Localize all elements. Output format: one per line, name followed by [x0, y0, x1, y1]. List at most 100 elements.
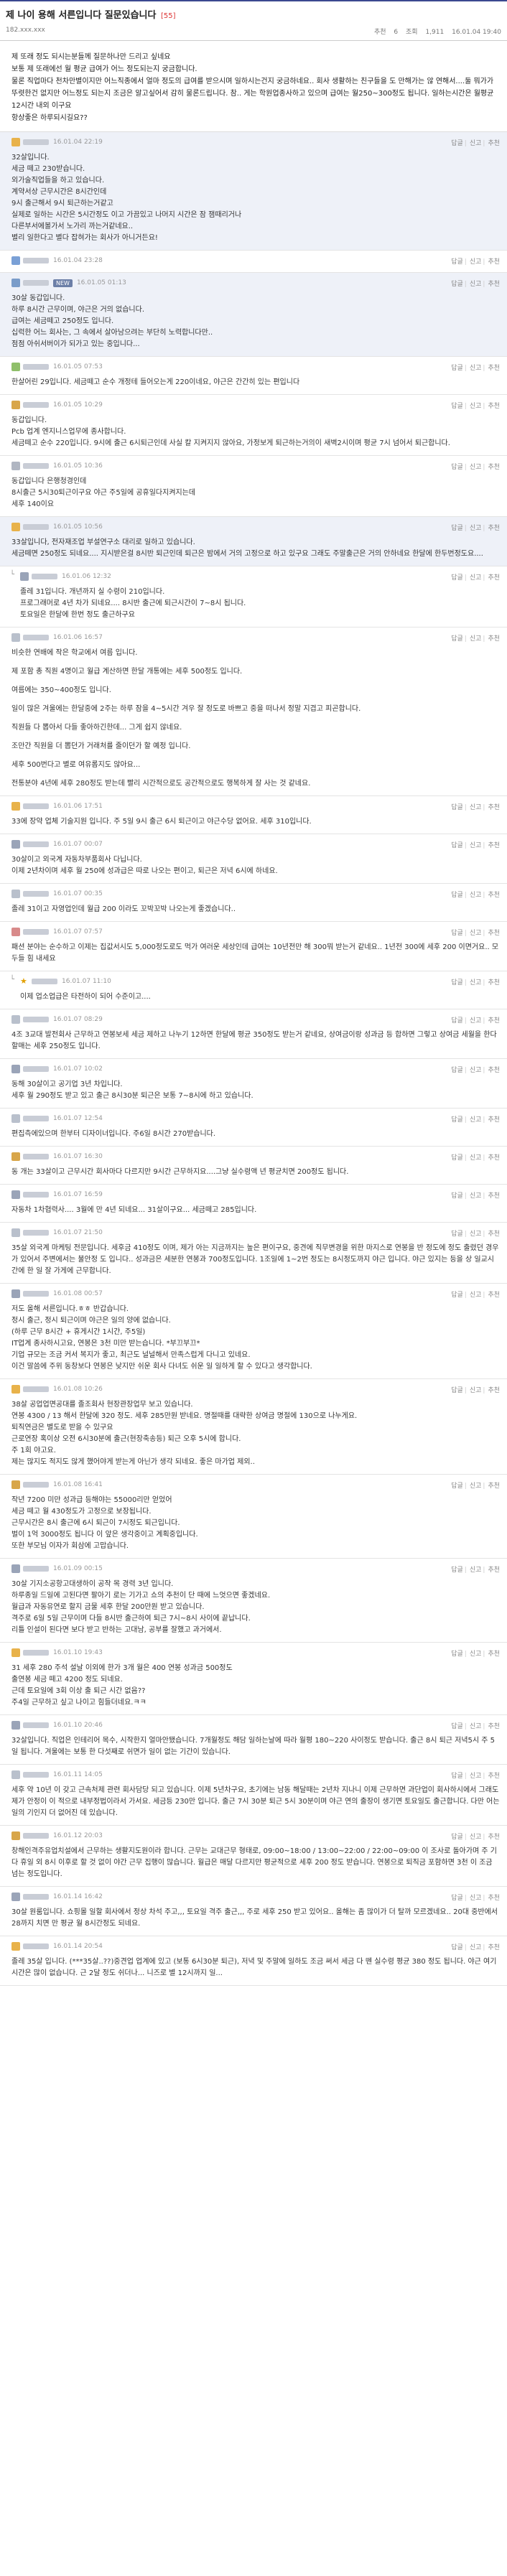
- report-button[interactable]: 신고: [470, 140, 482, 147]
- reply-button[interactable]: 답글: [451, 403, 463, 410]
- post-author[interactable]: 182.xxx.xxx: [6, 27, 45, 36]
- reply-button[interactable]: 답글: [451, 1067, 463, 1074]
- reply-nickname[interactable]: [23, 280, 49, 286]
- reply-nickname[interactable]: [23, 1066, 49, 1072]
- reply-button[interactable]: 답글: [451, 281, 463, 288]
- reply-button[interactable]: 답글: [451, 930, 463, 937]
- recommend-button[interactable]: 추천: [488, 403, 500, 410]
- recommend-button[interactable]: 추천: [488, 979, 500, 986]
- reply-button[interactable]: 답글: [451, 979, 463, 986]
- reply-nickname[interactable]: [23, 402, 49, 408]
- recommend-button[interactable]: 추천: [488, 842, 500, 849]
- report-button[interactable]: 신고: [470, 258, 482, 266]
- recommend-button[interactable]: 추천: [488, 1193, 500, 1200]
- reply-nickname[interactable]: [23, 841, 49, 847]
- reply-button[interactable]: 답글: [451, 1773, 463, 1780]
- recommend-button[interactable]: 추천: [488, 1773, 500, 1780]
- recommend-button[interactable]: 추천: [488, 281, 500, 288]
- reply-button[interactable]: 답글: [451, 1567, 463, 1574]
- reply-nickname[interactable]: [32, 979, 57, 984]
- reply-button[interactable]: 답글: [451, 574, 463, 582]
- reply-nickname[interactable]: [23, 1192, 49, 1198]
- report-button[interactable]: 신고: [470, 1773, 482, 1780]
- reply-nickname[interactable]: [23, 1116, 49, 1121]
- reply-nickname[interactable]: [23, 1772, 49, 1778]
- reply-button[interactable]: 답글: [451, 1944, 463, 1951]
- report-button[interactable]: 신고: [470, 1895, 482, 1902]
- report-button[interactable]: 신고: [470, 1116, 482, 1124]
- recommend-button[interactable]: 추천: [488, 930, 500, 937]
- reply-button[interactable]: 답글: [451, 1723, 463, 1730]
- reply-button[interactable]: 답글: [451, 1387, 463, 1394]
- report-button[interactable]: 신고: [470, 1567, 482, 1574]
- report-button[interactable]: 신고: [470, 1834, 482, 1841]
- reply-button[interactable]: 답글: [451, 1483, 463, 1490]
- reply-nickname[interactable]: [23, 1017, 49, 1022]
- reply-nickname[interactable]: [23, 1894, 49, 1900]
- reply-button[interactable]: 답글: [451, 842, 463, 849]
- reply-nickname[interactable]: [23, 635, 49, 640]
- report-button[interactable]: 신고: [470, 979, 482, 986]
- reply-button[interactable]: 답글: [451, 892, 463, 899]
- reply-button[interactable]: 답글: [451, 1116, 463, 1124]
- recommend-button[interactable]: 추천: [488, 258, 500, 266]
- report-button[interactable]: 신고: [470, 635, 482, 643]
- report-button[interactable]: 신고: [470, 281, 482, 288]
- reply-button[interactable]: 답글: [451, 140, 463, 147]
- recommend-button[interactable]: 추천: [488, 1292, 500, 1299]
- reply-nickname[interactable]: [23, 463, 49, 469]
- reply-nickname[interactable]: [23, 1154, 49, 1159]
- recommend-button[interactable]: 추천: [488, 892, 500, 899]
- report-button[interactable]: 신고: [470, 892, 482, 899]
- reply-button[interactable]: 답글: [451, 464, 463, 471]
- reply-nickname[interactable]: [23, 1566, 49, 1572]
- recommend-button[interactable]: 추천: [488, 1834, 500, 1841]
- reply-button[interactable]: 답글: [451, 1231, 463, 1238]
- recommend-button[interactable]: 추천: [488, 1067, 500, 1074]
- reply-nickname[interactable]: [23, 258, 49, 263]
- recommend-button[interactable]: 추천: [488, 1944, 500, 1951]
- report-button[interactable]: 신고: [470, 930, 482, 937]
- recommend-button[interactable]: 추천: [488, 1723, 500, 1730]
- report-button[interactable]: 신고: [470, 403, 482, 410]
- recommend-button[interactable]: 추천: [488, 525, 500, 532]
- report-button[interactable]: 신고: [470, 365, 482, 372]
- reply-nickname[interactable]: [23, 1482, 49, 1488]
- report-button[interactable]: 신고: [470, 1017, 482, 1025]
- recommend-button[interactable]: 추천: [488, 464, 500, 471]
- recommend-button[interactable]: 추천: [488, 1116, 500, 1124]
- reply-nickname[interactable]: [23, 1722, 49, 1728]
- reply-button[interactable]: 답글: [451, 1017, 463, 1025]
- report-button[interactable]: 신고: [470, 1944, 482, 1951]
- report-button[interactable]: 신고: [470, 1483, 482, 1490]
- recommend-button[interactable]: 추천: [488, 804, 500, 811]
- report-button[interactable]: 신고: [470, 525, 482, 532]
- report-button[interactable]: 신고: [470, 1292, 482, 1299]
- recommend-button[interactable]: 추천: [488, 635, 500, 643]
- report-button[interactable]: 신고: [470, 574, 482, 582]
- recommend-button[interactable]: 추천: [488, 365, 500, 372]
- recommend-button[interactable]: 추천: [488, 1567, 500, 1574]
- recommend-button[interactable]: 추천: [488, 1651, 500, 1658]
- reply-nickname[interactable]: [23, 1386, 49, 1392]
- report-button[interactable]: 신고: [470, 1154, 482, 1162]
- reply-nickname[interactable]: [32, 574, 57, 579]
- recommend-button[interactable]: 추천: [488, 1895, 500, 1902]
- reply-nickname[interactable]: [23, 929, 49, 935]
- report-button[interactable]: 신고: [470, 1387, 482, 1394]
- reply-nickname[interactable]: [23, 1230, 49, 1236]
- report-button[interactable]: 신고: [470, 1193, 482, 1200]
- report-button[interactable]: 신고: [470, 464, 482, 471]
- reply-button[interactable]: 답글: [451, 1193, 463, 1200]
- reply-button[interactable]: 답글: [451, 365, 463, 372]
- reply-nickname[interactable]: [23, 139, 49, 145]
- reply-nickname[interactable]: [23, 1943, 49, 1949]
- recommend-button[interactable]: 추천: [488, 1154, 500, 1162]
- recommend-button[interactable]: 추천: [488, 1231, 500, 1238]
- report-button[interactable]: 신고: [470, 1067, 482, 1074]
- reply-button[interactable]: 답글: [451, 525, 463, 532]
- reply-button[interactable]: 답글: [451, 1895, 463, 1902]
- report-button[interactable]: 신고: [470, 1651, 482, 1658]
- report-button[interactable]: 신고: [470, 1723, 482, 1730]
- reply-nickname[interactable]: [23, 803, 49, 809]
